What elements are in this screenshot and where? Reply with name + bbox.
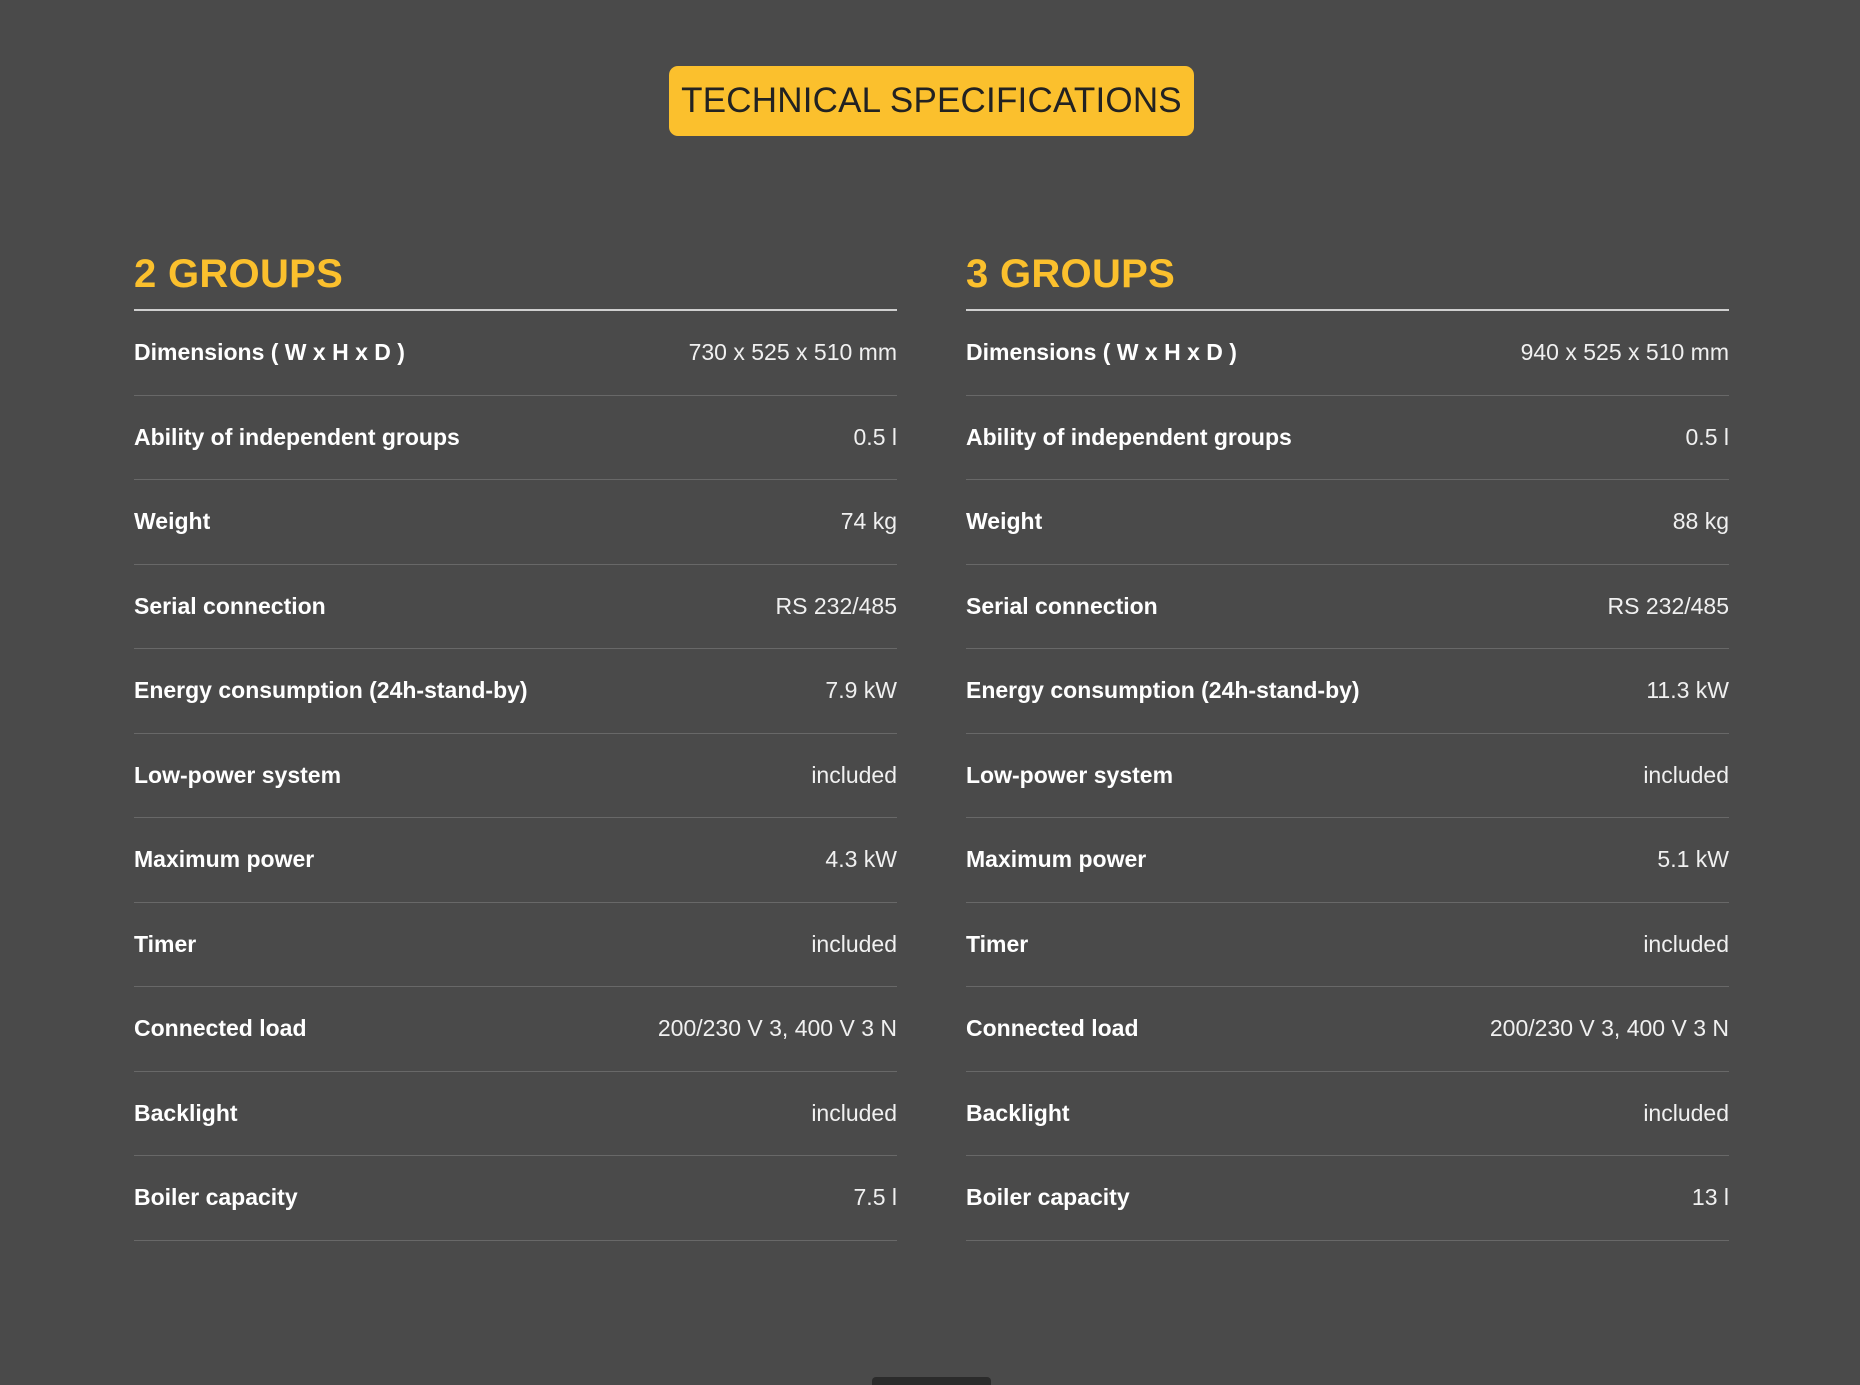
spec-label: Energy consumption (24h-stand-by) (966, 677, 1360, 704)
spec-label: Ability of independent groups (134, 423, 460, 450)
spec-value: 7.9 kW (825, 677, 897, 704)
spec-row: Serial connection RS 232/485 (966, 565, 1729, 649)
spec-label: Serial connection (134, 592, 326, 619)
spec-label: Connected load (966, 1015, 1139, 1042)
spec-row: Dimensions ( W x H x D ) 730 x 525 x 510 … (134, 311, 897, 396)
spec-value: 4.3 kW (825, 846, 897, 873)
spec-value: 88 kg (1672, 508, 1729, 535)
spec-value: 940 x 525 x 510 mm (1520, 339, 1729, 366)
specifications-page: TECHNICAL SPECIFICATIONS 2 GROUPS Dimens… (0, 0, 1860, 1385)
group-column-3-groups: 3 GROUPS Dimensions ( W x H x D ) 940 x 5… (966, 240, 1729, 1241)
spec-row: Boiler capacity 13 l (966, 1156, 1729, 1241)
spec-value: 74 kg (840, 508, 897, 535)
spec-value: RS 232/485 (775, 592, 897, 619)
spec-row: Dimensions ( W x H x D ) 940 x 525 x 510 … (966, 311, 1729, 396)
spec-value: 200/230 V 3, 400 V 3 N (1489, 1015, 1729, 1042)
spec-row: Low-power system included (134, 734, 897, 818)
spec-row: Ability of independent groups 0.5 l (966, 396, 1729, 480)
spec-value: 730 x 525 x 510 mm (688, 339, 897, 366)
spec-row: Timer included (134, 903, 897, 987)
spec-label: Low-power system (966, 761, 1174, 788)
spec-value: 5.1 kW (1657, 846, 1729, 873)
spec-label: Timer (134, 930, 197, 957)
spec-value: included (811, 761, 897, 788)
spec-row: Weight 88 kg (966, 480, 1729, 565)
spec-value: included (1643, 930, 1729, 957)
spec-label: Boiler capacity (134, 1184, 298, 1211)
spec-list: Dimensions ( W x H x D ) 730 x 525 x 510 … (134, 311, 897, 1241)
page-title: TECHNICAL SPECIFICATIONS (669, 66, 1194, 136)
spec-label: Ability of independent groups (966, 423, 1292, 450)
spec-label: Maximum power (966, 846, 1147, 873)
spec-value: included (1643, 761, 1729, 788)
spec-value: 0.5 l (1685, 423, 1729, 450)
spec-row: Maximum power 5.1 kW (966, 818, 1729, 903)
spec-label: Timer (966, 930, 1029, 957)
spec-value: included (811, 1099, 897, 1126)
spec-label: Boiler capacity (966, 1184, 1130, 1211)
spec-value: 13 l (1691, 1184, 1729, 1211)
spec-value: RS 232/485 (1607, 592, 1729, 619)
spec-value: 7.5 l (853, 1184, 897, 1211)
spec-row: Energy consumption (24h-stand-by) 11.3 kW (966, 649, 1729, 734)
bottom-tab[interactable] (872, 1377, 991, 1385)
spec-label: Low-power system (134, 761, 342, 788)
spec-list: Dimensions ( W x H x D ) 940 x 525 x 510 … (966, 311, 1729, 1241)
spec-row: Timer included (966, 903, 1729, 987)
group-title: 2 GROUPS (134, 251, 344, 296)
spec-row: Backlight included (134, 1072, 897, 1156)
spec-label: Maximum power (134, 846, 315, 873)
spec-label: Backlight (966, 1099, 1070, 1126)
spec-row: Weight 74 kg (134, 480, 897, 565)
spec-row: Energy consumption (24h-stand-by) 7.9 kW (134, 649, 897, 734)
spec-row: Connected load 200/230 V 3, 400 V 3 N (134, 987, 897, 1072)
spec-value: included (811, 930, 897, 957)
spec-value: 0.5 l (853, 423, 897, 450)
spec-label: Weight (134, 508, 211, 535)
spec-row: Boiler capacity 7.5 l (134, 1156, 897, 1241)
spec-label: Dimensions ( W x H x D ) (134, 339, 405, 366)
spec-value: 11.3 kW (1646, 677, 1729, 704)
spec-row: Serial connection RS 232/485 (134, 565, 897, 649)
spec-row: Low-power system included (966, 734, 1729, 818)
spec-value: 200/230 V 3, 400 V 3 N (657, 1015, 897, 1042)
spec-row: Backlight included (966, 1072, 1729, 1156)
spec-label: Backlight (134, 1099, 238, 1126)
spec-label: Connected load (134, 1015, 307, 1042)
spec-row: Maximum power 4.3 kW (134, 818, 897, 903)
spec-label: Weight (966, 508, 1043, 535)
spec-row: Connected load 200/230 V 3, 400 V 3 N (966, 987, 1729, 1072)
spec-label: Dimensions ( W x H x D ) (966, 339, 1237, 366)
spec-label: Serial connection (966, 592, 1158, 619)
spec-row: Ability of independent groups 0.5 l (134, 396, 897, 480)
spec-label: Energy consumption (24h-stand-by) (134, 677, 528, 704)
group-column-2-groups: 2 GROUPS Dimensions ( W x H x D ) 730 x 5… (134, 240, 897, 1241)
group-title: 3 GROUPS (966, 251, 1176, 296)
spec-value: included (1643, 1099, 1729, 1126)
